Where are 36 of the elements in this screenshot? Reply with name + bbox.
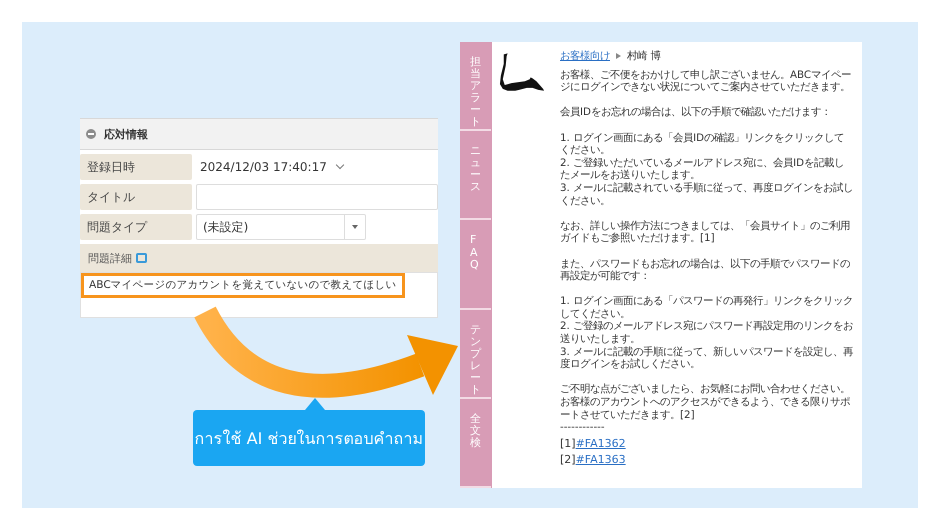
separator-text: ------------ (560, 421, 606, 434)
field-label: 問題タイプ (80, 214, 192, 240)
field-label: 問題詳細 (88, 250, 132, 266)
reference-mark: [2] (560, 454, 576, 467)
reference-link[interactable]: #FA1363 (576, 454, 626, 467)
text-line: お客様のアカウントへのアクセスができるよう、できる限りサポートさせていただきます。[2] (560, 396, 851, 422)
reference-mark: [1] (560, 438, 576, 450)
text-line: 3. メールに記載の手順に従って、新しいパスワードを設定し、再度ログインをお試しください。 (560, 346, 854, 371)
input-field[interactable] (196, 184, 438, 210)
text-area[interactable]: ABCマイページのアカウントを覚えていないので教えてほしい (80, 272, 438, 318)
date-value: 2024/12/03 17:40:17 (200, 160, 327, 174)
dropdown-arrow-icon (352, 225, 358, 229)
select-value: (未設定) (203, 218, 248, 236)
breadcrumb-arrow-icon (616, 53, 621, 60)
window-icon[interactable] (136, 253, 147, 263)
breadcrumb-current: 村崎 博 (627, 50, 660, 63)
callout-text: การใช้ AI ช่วยในการตอบคำถาม (194, 428, 424, 450)
reference-link[interactable]: #FA1362 (576, 438, 626, 450)
breadcrumb-link[interactable]: お客様向け (560, 50, 610, 63)
field-label: 登録日時 (80, 154, 192, 180)
text-line: ご不明な点がございましたら、お気軽にお問い合わせください。 (560, 383, 851, 396)
text-line: 2. ご登録いただいているメールアドレス宛に、会員IDを記載したメールをお送りいたします。 (560, 156, 846, 182)
highlighted-text: ABCマイページのアカウントを覚えていないので教えてほしい (81, 273, 405, 298)
text-line: お客様、ご不便をおかけして申し訳ございません。ABCマイページにログインできない状況についてご案内させていただきます。 (560, 68, 852, 94)
collapse-icon[interactable] (86, 129, 96, 139)
section-title: 応対情報 (104, 126, 148, 142)
text-line: 1. ログイン画面にある「パスワードの再発行」リンクをクリックしてください。 (560, 295, 854, 320)
text-line: 会員IDをお忘れの場合は、以下の手順で確認いただけます： (560, 106, 832, 119)
select-field[interactable]: (未設定) (196, 214, 366, 240)
text-line: 2. ご登録のメールアドレス宛にパスワード再設定用のリンクをお送りいたします。 (560, 320, 854, 346)
text-line: 3. メールに記載されている手順に従って、再度ログインをお試しください。 (560, 182, 854, 208)
text-line: 1. ログイン画面にある「会員IDの確認」リンクをクリックしてください。 (560, 132, 846, 157)
text-line: なお、詳しい操作方法につきましては、「会員サイト」のご利用ガイドもご参照いただけます。[1] (560, 220, 851, 245)
field-label: タイトル (80, 184, 192, 210)
date-field[interactable]: 2024/12/03 17:40:17 (196, 154, 343, 180)
text-line: また、パスワードもお忘れの場合は、以下の手順でパスワードの再設定が可能です： (560, 258, 851, 283)
